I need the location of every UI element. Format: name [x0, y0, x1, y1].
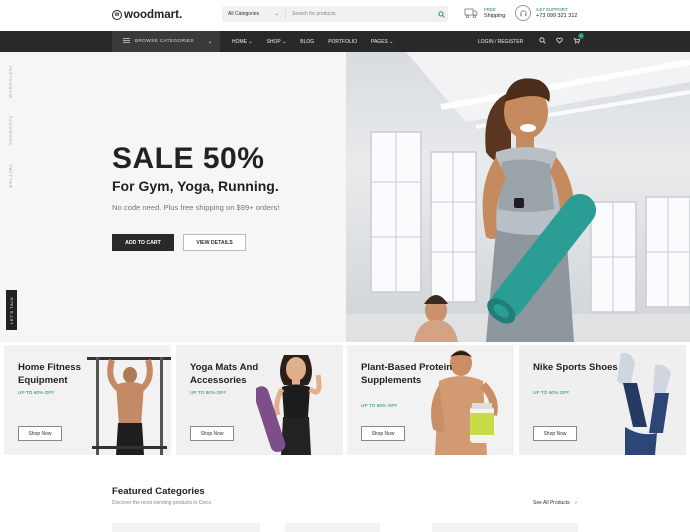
promo-card-discount: UP TO 60% OFF: [18, 391, 55, 396]
nav-item-portfolio[interactable]: PORTFOLIO: [328, 39, 357, 45]
cart-count-badge: 0: [578, 33, 585, 39]
shop-now-button[interactable]: Shop Now: [190, 426, 234, 441]
browse-categories-label: BROWSE CATEGORIES: [135, 39, 194, 44]
see-all-products-link[interactable]: See All Products ›: [533, 500, 577, 506]
shipping-info: FREE Shipping: [463, 5, 505, 21]
social-link-twitter[interactable]: TWITTER: [8, 164, 13, 189]
nav-item-shop[interactable]: SHOP ⌄: [267, 39, 287, 45]
gym-woman-illustration: [346, 52, 690, 342]
promo-card-yoga-mats[interactable]: Yoga Mats And Accessories UP TO 60% OFF …: [176, 345, 343, 455]
featured-categories-subtitle: Discover the most trending products in C…: [112, 500, 213, 506]
nav-item-label: HOME: [232, 38, 247, 45]
login-register-link[interactable]: LOGIN / REGISTER: [478, 39, 523, 45]
hero-subheadline: For Gym, Yoga, Running.: [112, 178, 279, 194]
nav-item-home[interactable]: HOME ⌄: [232, 39, 253, 45]
headset-icon: [515, 5, 531, 21]
logo-icon: w: [112, 10, 122, 20]
nav-item-label: PAGES: [371, 38, 388, 45]
promo-card-title: Nike Sports Shoes: [533, 362, 618, 373]
social-link-facebook[interactable]: FACEBOOK: [8, 116, 13, 146]
lets-talk-button[interactable]: LET'S TALK: [6, 290, 17, 330]
add-to-cart-button[interactable]: ADD TO CART: [112, 234, 174, 251]
site-logo[interactable]: w woodmart.: [112, 8, 182, 22]
promo-card-nike-shoes[interactable]: Nike Sports Shoes UP TO 60% OFF Shop Now: [519, 345, 686, 455]
nav-item-label: SHOP: [266, 38, 281, 45]
hero-banner: [0, 52, 346, 342]
logo-text: woodmart.: [124, 9, 183, 21]
promo-card-title: Home Fitness Equipment: [18, 362, 81, 386]
nav-item-blog[interactable]: BLOG: [300, 39, 314, 45]
cart-icon[interactable]: 0: [573, 33, 585, 46]
shipping-bottom-text: Shipping: [484, 13, 506, 19]
support-info: 24/7 SUPPORT +73 099 321 312: [515, 5, 577, 21]
featured-category-card[interactable]: [432, 523, 578, 532]
see-all-label: See All Products: [533, 500, 570, 506]
nav-menu: HOME ⌄ SHOP ⌄ BLOG PORTFOLIO PAGES ⌄: [232, 31, 393, 52]
featured-category-card[interactable]: [285, 523, 380, 532]
view-details-button[interactable]: VIEW DETAILS: [183, 234, 246, 251]
hero-note: No code need. Plus free shipping on $99+…: [112, 203, 280, 212]
shop-now-button[interactable]: Shop Now: [18, 426, 62, 441]
top-header: w woodmart. All Categories ⌄ Search for …: [0, 0, 690, 31]
promo-card-protein[interactable]: Plant-Based Protein Supplements UP TO 60…: [347, 345, 514, 455]
nav-actions: LOGIN / REGISTER 0: [478, 31, 585, 52]
menu-icon: [123, 38, 130, 45]
featured-category-card[interactable]: [112, 523, 260, 532]
chevron-right-icon: ›: [575, 500, 577, 506]
promo-card-home-fitness[interactable]: Home Fitness Equipment UP TO 60% OFF Sho…: [4, 345, 171, 455]
chevron-down-icon: ⌄: [274, 11, 279, 17]
hero-headline: SALE 50%: [112, 142, 265, 175]
main-navigation: BROWSE CATEGORIES ⌄ HOME ⌄ SHOP ⌄ BLOG P…: [0, 31, 690, 52]
support-phone[interactable]: +73 099 321 312: [536, 13, 577, 19]
nav-item-pages[interactable]: PAGES ⌄: [371, 39, 393, 45]
search-category-label: All Categories: [228, 11, 260, 17]
promo-card-discount: UP TO 60% OFF: [533, 391, 570, 396]
search-input[interactable]: Search for products: [286, 11, 434, 17]
search-bar: All Categories ⌄ Search for products: [222, 6, 448, 22]
promo-card-title: Yoga Mats And Accessories: [190, 362, 259, 386]
social-links: INSTAGRAM FACEBOOK TWITTER: [8, 66, 13, 189]
featured-categories-title: Featured Categories: [112, 486, 205, 497]
promo-card-discount: UP TO 60% OFF: [361, 404, 398, 409]
heart-icon[interactable]: [556, 37, 563, 46]
hero-image: [346, 52, 690, 342]
chevron-down-icon: ⌄: [207, 39, 213, 45]
promo-card-title: Plant-Based Protein Supplements: [361, 362, 453, 386]
shop-now-button[interactable]: Shop Now: [533, 426, 577, 441]
search-icon[interactable]: [434, 7, 448, 21]
search-icon[interactable]: [539, 37, 546, 46]
shop-now-button[interactable]: Shop Now: [361, 426, 405, 441]
truck-icon: [463, 5, 479, 21]
browse-categories-button[interactable]: BROWSE CATEGORIES ⌄: [112, 31, 220, 52]
promo-card-discount: UP TO 60% OFF: [190, 391, 227, 396]
search-category-select[interactable]: All Categories ⌄: [222, 9, 286, 19]
social-link-instagram[interactable]: INSTAGRAM: [8, 66, 13, 98]
